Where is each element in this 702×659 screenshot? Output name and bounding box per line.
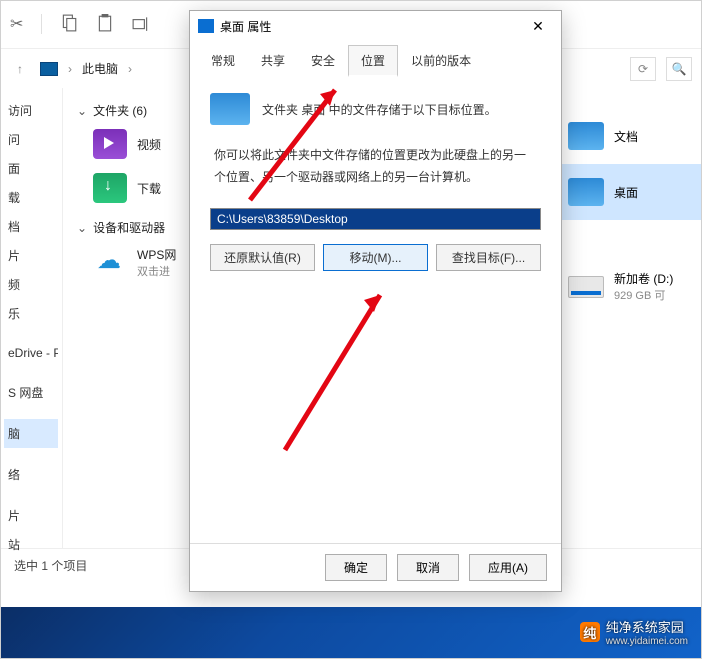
paste-icon[interactable] (96, 14, 114, 35)
videos-icon (93, 129, 127, 159)
chevron-right-icon: › (128, 62, 132, 76)
sidebar-item[interactable]: 频 (4, 270, 58, 299)
chevron-down-icon: ⌄ (77, 221, 87, 235)
drive-item[interactable]: 新加卷 (D:) 929 GB 可 (562, 260, 702, 313)
sidebar-spacer (4, 328, 58, 340)
dialog-title: 桌面 属性 (220, 18, 523, 35)
drive-label: 新加卷 (D:) (614, 270, 673, 287)
folder-item-desktop[interactable]: 桌面 (562, 164, 702, 220)
folder-label: 文档 (614, 128, 638, 145)
properties-dialog: 桌面 属性 ✕ 常规 共享 安全 位置 以前的版本 文件夹 桌面 中的文件存储于… (189, 10, 562, 592)
desktop-folder-icon (210, 93, 250, 125)
sidebar-item[interactable]: 络 (4, 460, 58, 489)
navigation-sidebar: 访问 问 面 载 档 片 频 乐 eDrive - Pers S 网盘 脑 络 … (0, 88, 63, 548)
chevron-right-icon: › (68, 62, 72, 76)
dialog-footer: 确定 取消 应用(A) (190, 543, 561, 591)
sidebar-item[interactable]: 问 (4, 125, 58, 154)
sidebar-spacer (4, 489, 58, 501)
dialog-body: 文件夹 桌面 中的文件存储于以下目标位置。 你可以将此文件夹中文件存储的位置更改… (190, 77, 561, 543)
sidebar-item[interactable]: 访问 (4, 96, 58, 125)
sidebar-item[interactable]: 片 (4, 501, 58, 530)
sidebar-item[interactable]: 面 (4, 154, 58, 183)
nav-up-icon[interactable]: ↑ (10, 62, 30, 76)
dialog-titlebar: 桌面 属性 ✕ (190, 11, 561, 41)
watermark-domain: www.yidaimei.com (606, 636, 688, 647)
cloud-icon (93, 248, 127, 278)
drive-icon (568, 276, 604, 298)
folder-label: 视频 (137, 136, 161, 153)
dialog-intro-text: 文件夹 桌面 中的文件存储于以下目标位置。 (262, 101, 497, 118)
status-text: 选中 1 个项目 (14, 559, 87, 573)
section-header-label: 文件夹 (6) (93, 102, 147, 119)
folder-icon (198, 19, 214, 33)
watermark-brand: 纯净系统家园 (606, 617, 688, 636)
sidebar-item-thispc[interactable]: 脑 (4, 419, 58, 448)
apply-button[interactable]: 应用(A) (469, 554, 547, 581)
sidebar-item[interactable]: eDrive - Pers (4, 340, 58, 366)
content-right-column: 文档 桌面 新加卷 (D:) 929 GB 可 (562, 108, 702, 313)
folder-label: 桌面 (614, 184, 638, 201)
cancel-button[interactable]: 取消 (397, 554, 459, 581)
location-path-input[interactable] (210, 208, 541, 230)
section-header-label: 设备和驱动器 (93, 219, 165, 236)
spacer (562, 220, 702, 260)
toolbar-separator (41, 14, 42, 34)
sidebar-item[interactable]: 乐 (4, 299, 58, 328)
refresh-button[interactable]: ⟳ (630, 57, 656, 81)
dialog-description: 你可以将此文件夹中文件存储的位置更改为此硬盘上的另一个位置、另一个驱动器或网络上… (214, 145, 537, 188)
tab-security[interactable]: 安全 (298, 45, 348, 77)
dialog-button-row: 还原默认值(R) 移动(M)... 查找目标(F)... (210, 244, 541, 271)
device-label: WPS网 (137, 246, 176, 263)
breadcrumb-location[interactable]: 此电脑 (82, 60, 118, 77)
watermark-logo-icon: 纯 (580, 622, 600, 642)
desktop-icon (568, 178, 604, 206)
chevron-down-icon: ⌄ (77, 104, 87, 118)
find-target-button[interactable]: 查找目标(F)... (436, 244, 541, 271)
drive-freespace: 929 GB 可 (614, 287, 673, 303)
move-button[interactable]: 移动(M)... (323, 244, 428, 271)
close-button[interactable]: ✕ (523, 18, 553, 35)
sidebar-spacer (4, 366, 58, 378)
tab-previous-versions[interactable]: 以前的版本 (398, 45, 484, 77)
watermark: 纯 纯净系统家园 www.yidaimei.com (580, 617, 688, 647)
sidebar-spacer (4, 448, 58, 460)
sidebar-spacer (4, 407, 58, 419)
tab-location[interactable]: 位置 (348, 45, 398, 77)
dialog-intro-row: 文件夹 桌面 中的文件存储于以下目标位置。 (210, 93, 541, 125)
restore-defaults-button[interactable]: 还原默认值(R) (210, 244, 315, 271)
this-pc-icon (40, 62, 58, 76)
sidebar-item[interactable]: 站 (4, 530, 58, 559)
copy-icon[interactable] (60, 14, 78, 35)
cut-icon[interactable]: ✂ (10, 14, 23, 34)
dialog-tabs: 常规 共享 安全 位置 以前的版本 (190, 41, 561, 77)
device-sublabel: 双击进 (137, 263, 176, 279)
search-button[interactable]: 🔍 (666, 57, 692, 81)
ok-button[interactable]: 确定 (325, 554, 387, 581)
documents-icon (568, 122, 604, 150)
rename-icon[interactable] (132, 14, 150, 35)
folder-label: 下载 (137, 180, 161, 197)
sidebar-item[interactable]: 载 (4, 183, 58, 212)
folder-item-documents[interactable]: 文档 (562, 108, 702, 164)
tab-sharing[interactable]: 共享 (248, 45, 298, 77)
sidebar-item[interactable]: 片 (4, 241, 58, 270)
downloads-icon (93, 173, 127, 203)
tab-general[interactable]: 常规 (198, 45, 248, 77)
sidebar-item[interactable]: S 网盘 (4, 378, 58, 407)
sidebar-item[interactable]: 档 (4, 212, 58, 241)
